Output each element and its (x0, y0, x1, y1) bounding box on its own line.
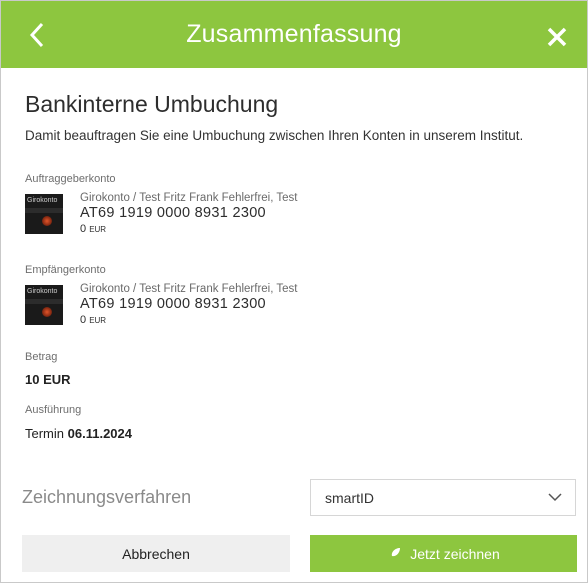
execution-value: Termin 06.11.2024 (25, 426, 132, 441)
card-text: Girokonto (27, 197, 58, 204)
account-card-image: Girokonto (25, 285, 63, 325)
balance-value: 0 (80, 223, 87, 235)
account-name: Girokonto / Test Fritz Frank Fehlerfrei,… (80, 283, 298, 295)
cancel-button[interactable]: Abbrechen (22, 535, 290, 572)
transfer-heading: Bankinterne Umbuchung (25, 91, 279, 117)
chevron-left-icon (29, 22, 44, 48)
execution-label: Ausführung (25, 404, 82, 416)
signing-method-select[interactable]: smartID (310, 479, 576, 516)
balance-currency: EUR (89, 316, 107, 325)
close-button[interactable] (543, 23, 571, 51)
signing-method-label: Zeichnungsverfahren (22, 487, 192, 507)
account-balance: 0 EUR (80, 223, 298, 235)
close-icon (547, 27, 567, 47)
execution-date: 06.11.2024 (67, 426, 132, 441)
sign-now-label: Jetzt zeichnen (410, 545, 500, 562)
sign-now-button[interactable]: Jetzt zeichnen (310, 535, 577, 572)
sender-account: Girokonto Girokonto / Test Fritz Frank F… (25, 192, 298, 235)
summary-content: Bankinterne Umbuchung Damit beauftragen … (25, 90, 565, 143)
account-iban: AT69 1919 0000 8931 2300 (80, 205, 266, 221)
balance-value: 0 (80, 314, 87, 326)
feather-pen-icon (387, 547, 401, 561)
amount-value: 10 EUR (25, 372, 71, 387)
recipient-label: Empfängerkonto (25, 264, 106, 276)
sender-label: Auftraggeberkonto (25, 173, 116, 185)
chevron-down-icon (548, 493, 562, 502)
intro-text: Damit beauftragen Sie eine Umbuchung zwi… (25, 128, 524, 143)
balance-currency: EUR (89, 225, 107, 234)
account-iban: AT69 1919 0000 8931 2300 (80, 296, 266, 312)
execution-prefix: Termin (25, 426, 65, 441)
amount-label: Betrag (25, 351, 58, 363)
page-title: Zusammenfassung (186, 20, 402, 48)
card-text: Girokonto (27, 288, 58, 295)
account-card-image: Girokonto (25, 194, 63, 234)
account-name: Girokonto / Test Fritz Frank Fehlerfrei,… (80, 192, 298, 204)
signing-method-value: smartID (325, 489, 374, 506)
account-balance: 0 EUR (80, 314, 298, 326)
recipient-account: Girokonto Girokonto / Test Fritz Frank F… (25, 283, 298, 326)
header-bar: Zusammenfassung (1, 1, 587, 68)
back-button[interactable] (23, 19, 51, 51)
